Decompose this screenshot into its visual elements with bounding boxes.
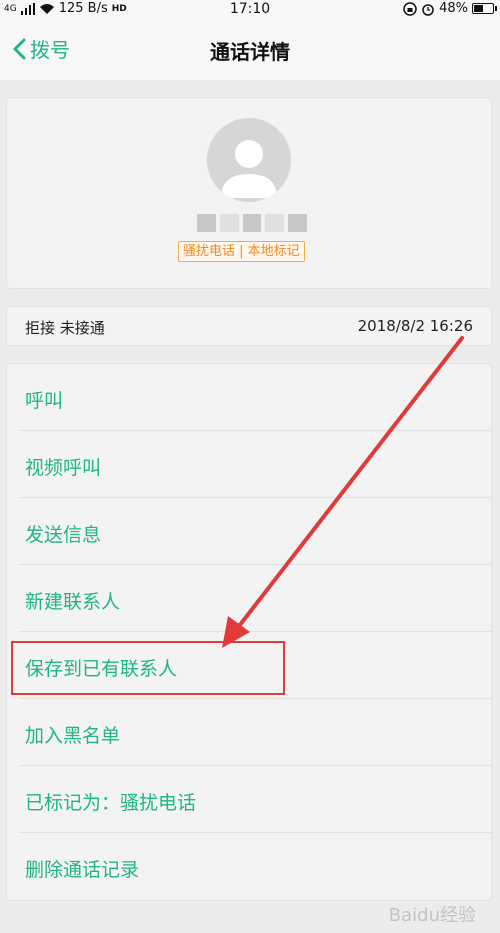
call-datetime: 2018/8/2 16:26 [357,317,473,335]
delete-call-log-label: 删除通话记录 [25,859,140,881]
rotation-lock-icon [403,1,417,16]
video-call-button[interactable]: 视频呼叫 [7,431,493,498]
call-record: 拒接 未接通 2018/8/2 16:26 [6,306,492,346]
actions-list: 呼叫 视频呼叫 发送信息 新建联系人 保存到已有联系人 加入黑名单 已标记为：骚… [6,363,493,901]
call-label: 呼叫 [25,390,64,412]
phone-number-redacted [197,214,307,232]
marked-as-spam-label: 已标记为：骚扰电话 [25,792,197,814]
app-header: 拨号 通话详情 [0,20,500,80]
call-status: 拒接 未接通 [25,319,105,337]
person-icon [221,140,277,198]
battery-fill [474,5,483,12]
highlight-box [11,641,285,695]
page-title: 通话详情 [210,40,290,64]
delete-call-log-button[interactable]: 删除通话记录 [7,833,493,900]
new-contact-button[interactable]: 新建联系人 [7,565,493,632]
status-bar: 4G 125 B/s HD 17:10 48% [0,0,500,20]
send-message-button[interactable]: 发送信息 [7,498,493,565]
alarm-icon [422,3,434,16]
send-message-label: 发送信息 [25,524,102,546]
watermark: Baidu经验 [388,905,476,926]
marked-as-spam-button[interactable]: 已标记为：骚扰电话 [7,766,493,833]
battery-percent: 48% [439,1,468,16]
status-bar-right: 48% [403,1,497,16]
video-call-label: 视频呼叫 [25,457,102,479]
contact-card: 骚扰电话 | 本地标记 [6,97,492,289]
battery-icon [472,3,497,14]
add-to-blacklist-label: 加入黑名单 [25,725,121,747]
call-button[interactable]: 呼叫 [7,364,493,431]
new-contact-label: 新建联系人 [25,591,121,613]
add-to-blacklist-button[interactable]: 加入黑名单 [7,699,493,766]
avatar [207,118,291,202]
spam-tag-badge: 骚扰电话 | 本地标记 [178,241,305,262]
